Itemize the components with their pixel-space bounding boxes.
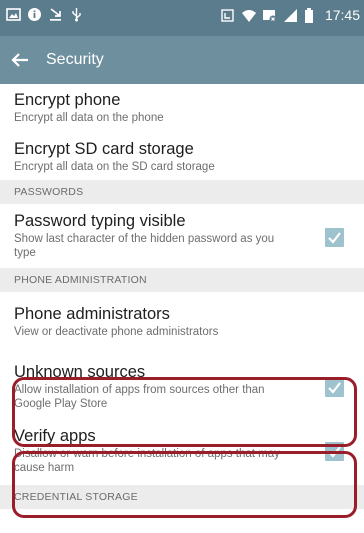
section-header-passwords: PASSWORDS [0, 180, 364, 204]
page-title: Security [46, 51, 104, 68]
section-header-phone-administration: PHONE ADMINISTRATION [0, 268, 364, 292]
gallery-icon [6, 7, 21, 22]
setting-encrypt-phone[interactable]: Encrypt phone Encrypt all data on the ph… [0, 84, 364, 131]
highlight-unknown-sources [12, 377, 357, 447]
password-visible-checkbox[interactable] [325, 228, 344, 247]
back-arrow-icon[interactable] [8, 48, 32, 72]
app-bar: Security [0, 36, 364, 84]
download-icon [48, 7, 63, 22]
setting-title: Encrypt phone [14, 91, 121, 109]
info-icon [27, 7, 42, 22]
setting-encrypt-sd[interactable]: Encrypt SD card storage Encrypt all data… [0, 131, 364, 180]
setting-summary: Encrypt all data on the SD card storage [14, 161, 215, 173]
setting-summary: Show last character of the hidden passwo… [14, 233, 275, 259]
status-time: 17:45 [324, 7, 360, 23]
nfc-icon [220, 8, 235, 23]
usb-icon [69, 7, 84, 22]
setting-phone-administrators[interactable]: Phone administrators View or deactivate … [0, 292, 364, 350]
setting-summary: Encrypt all data on the phone [14, 112, 164, 124]
setting-summary: View or deactivate phone administrators [14, 326, 219, 338]
data-saver-icon [262, 8, 277, 23]
battery-icon [304, 7, 319, 23]
status-bar: 17:45 [0, 0, 364, 36]
highlight-verify-apps [12, 451, 357, 518]
setting-title: Encrypt SD card storage [14, 140, 194, 158]
setting-title: Phone administrators [14, 305, 170, 323]
setting-title: Password typing visible [14, 212, 186, 230]
setting-password-visible[interactable]: Password typing visible Show last charac… [0, 204, 364, 268]
wifi-icon [241, 8, 256, 23]
signal-icon [283, 8, 298, 23]
